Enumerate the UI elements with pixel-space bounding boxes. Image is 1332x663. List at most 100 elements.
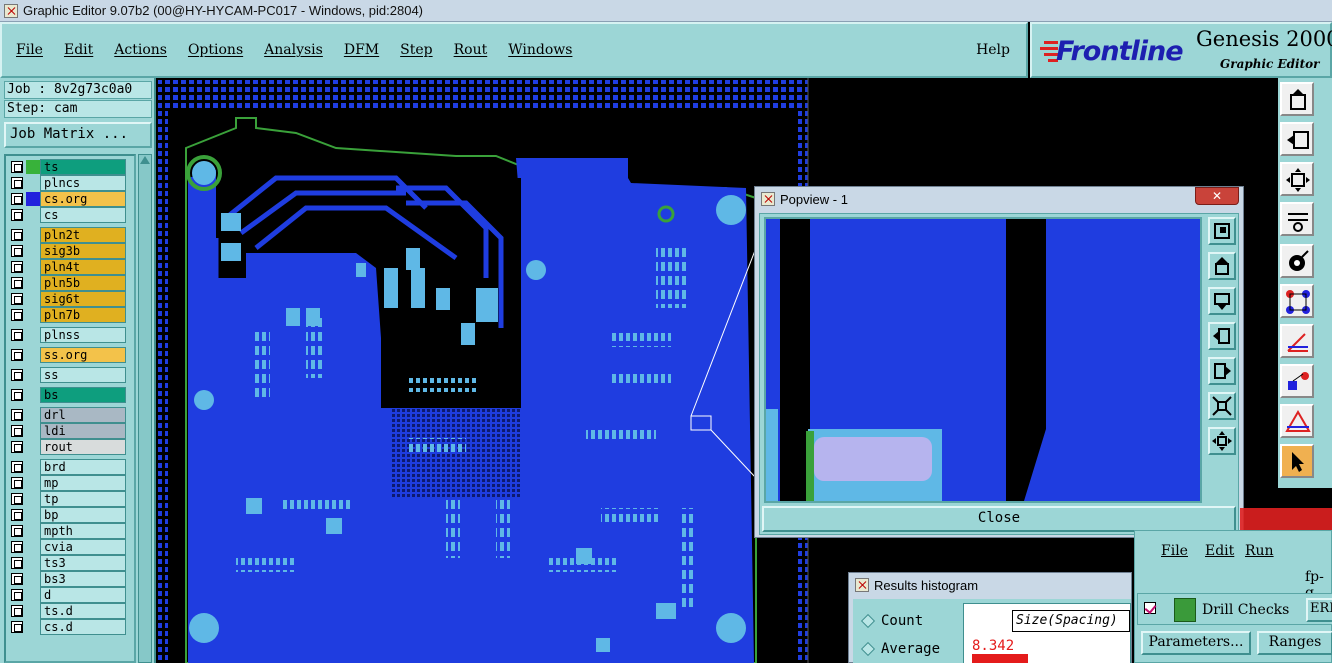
layer-checkbox[interactable] [11,605,23,617]
layer-name[interactable]: ts3 [40,555,126,571]
toolbar-triangle-button[interactable] [1280,404,1314,438]
layer-checkbox[interactable] [11,277,23,289]
menu-actions[interactable]: Actions [114,42,167,58]
popview-titlebar[interactable]: Popview - 1 ✕ [755,187,1243,211]
layer-row-d[interactable]: d [8,587,134,603]
drill-menu-run[interactable]: Run [1245,543,1274,559]
toolbar-pointer-button[interactable] [1280,444,1314,478]
layer-checkbox[interactable] [11,229,23,241]
popview-zoom-in-button[interactable] [1208,217,1236,245]
layer-row-cs-org[interactable]: cs.org [8,191,134,207]
drill-erf-button[interactable]: ERF [1306,598,1332,622]
layer-name[interactable]: plnss [40,327,126,343]
layer-name[interactable]: sig3b [40,243,126,259]
layer-checkbox[interactable] [11,193,23,205]
toolbar-net-button[interactable] [1280,284,1314,318]
layer-name[interactable]: ldi [40,423,126,439]
layer-name[interactable]: cs.org [40,191,126,207]
layer-row-mp[interactable]: mp [8,475,134,491]
layer-name[interactable]: ts.d [40,603,126,619]
layer-name[interactable]: bs3 [40,571,126,587]
layer-row-pln4t[interactable]: pln4t [8,259,134,275]
layer-name[interactable]: rout [40,439,126,455]
layer-row-cvia[interactable]: cvia [8,539,134,555]
menu-analysis[interactable]: Analysis [264,42,323,58]
layer-checkbox[interactable] [11,589,23,601]
layer-checkbox[interactable] [11,525,23,537]
layer-row-ss-org[interactable]: ss.org [8,347,134,363]
drill-ranges-button[interactable]: Ranges [1257,631,1332,655]
layer-name[interactable]: brd [40,459,126,475]
layer-name[interactable]: ss.org [40,347,126,363]
layer-row-ts-d[interactable]: ts.d [8,603,134,619]
layer-checkbox[interactable] [11,557,23,569]
layer-checkbox[interactable] [11,293,23,305]
layer-row-plncs[interactable]: plncs [8,175,134,191]
layer-name[interactable]: drl [40,407,126,423]
toolbar-measure-button[interactable] [1280,202,1314,236]
toolbar-zoom-fit-button[interactable] [1280,162,1314,196]
drill-menu-file[interactable]: File [1161,543,1188,559]
layer-list-scrollbar[interactable] [138,154,152,663]
layer-name[interactable]: bs [40,387,126,403]
popview-viewport[interactable] [764,217,1202,503]
menu-help[interactable]: Help [976,42,1010,58]
layer-name[interactable]: cs.d [40,619,126,635]
layer-checkbox[interactable] [11,177,23,189]
layer-name[interactable]: cs [40,207,126,223]
popview-pan-down-button[interactable] [1208,287,1236,315]
layer-checkbox[interactable] [11,425,23,437]
popview-close-button[interactable]: Close [762,506,1236,532]
layer-checkbox[interactable] [11,161,23,173]
layer-checkbox[interactable] [11,409,23,421]
layer-name[interactable]: mpth [40,523,126,539]
popview-pan-left-button[interactable] [1208,322,1236,350]
layer-checkbox[interactable] [11,245,23,257]
layer-row-mpth[interactable]: mpth [8,523,134,539]
layer-row-ss[interactable]: ss [8,367,134,383]
toolbar-snap-button[interactable] [1280,364,1314,398]
layer-row-brd[interactable]: brd [8,459,134,475]
layer-name[interactable]: mp [40,475,126,491]
layer-row-bs3[interactable]: bs3 [8,571,134,587]
layer-name[interactable]: tp [40,491,126,507]
toolbar-home-button[interactable] [1280,82,1314,116]
menu-options[interactable]: Options [188,42,243,58]
popview-fit-button[interactable] [1208,427,1236,455]
layer-checkbox[interactable] [11,349,23,361]
layer-checkbox[interactable] [11,621,23,633]
layer-checkbox[interactable] [11,209,23,221]
layer-row-cs[interactable]: cs [8,207,134,223]
popview-close-icon[interactable]: ✕ [1195,187,1239,205]
layer-checkbox[interactable] [11,389,23,401]
toolbar-select-circle-button[interactable] [1280,244,1314,278]
layer-name[interactable]: pln5b [40,275,126,291]
menu-file[interactable]: File [16,42,43,58]
layer-name[interactable]: d [40,587,126,603]
layer-name[interactable]: pln2t [40,227,126,243]
layer-row-ts[interactable]: ts [8,159,134,175]
layer-row-tp[interactable]: tp [8,491,134,507]
menu-windows[interactable]: Windows [508,42,572,58]
layer-row-bp[interactable]: bp [8,507,134,523]
layer-row-pln7b[interactable]: pln7b [8,307,134,323]
layer-row-sig3b[interactable]: sig3b [8,243,134,259]
layer-checkbox[interactable] [11,329,23,341]
layer-checkbox[interactable] [11,509,23,521]
layer-row-rout[interactable]: rout [8,439,134,455]
histogram-metric-select[interactable]: Size(Spacing) [1012,610,1130,632]
job-matrix-button[interactable]: Job Matrix ... [4,122,152,148]
layer-row-drl[interactable]: drl [8,407,134,423]
layer-checkbox[interactable] [11,573,23,585]
menu-dfm[interactable]: DFM [344,42,379,58]
layer-name[interactable]: pln4t [40,259,126,275]
layer-row-ts3[interactable]: ts3 [8,555,134,571]
layer-row-plnss[interactable]: plnss [8,327,134,343]
histogram-average-option[interactable]: Average [860,641,940,657]
layer-checkbox[interactable] [11,461,23,473]
layer-checkbox[interactable] [11,441,23,453]
layer-checkbox[interactable] [11,369,23,381]
layer-row-sig6t[interactable]: sig6t [8,291,134,307]
histogram-titlebar[interactable]: Results histogram [849,573,1131,597]
layer-row-ldi[interactable]: ldi [8,423,134,439]
